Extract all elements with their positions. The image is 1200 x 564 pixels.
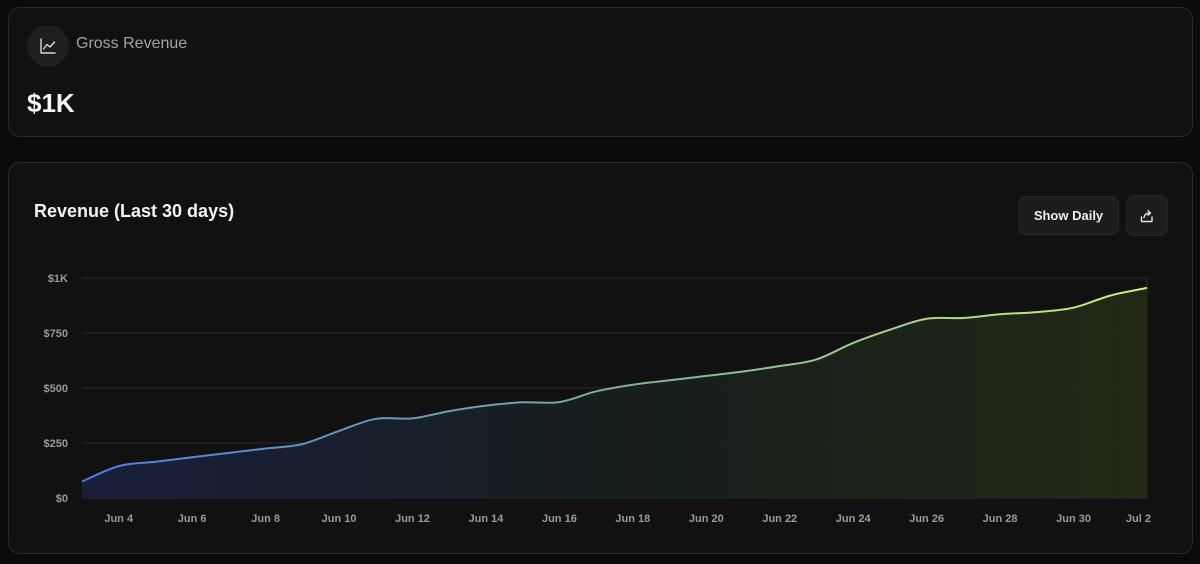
x-tick-label: Jun 24 xyxy=(836,513,872,525)
x-tick-label: Jun 16 xyxy=(542,513,577,525)
show-daily-button[interactable]: Show Daily xyxy=(1018,196,1119,235)
revenue-chart-card: $0 $250 $500 $750 $1K Jun 4 Jun 6 Jun 8 Jun 10 Ju… xyxy=(8,162,1193,554)
x-tick-label: Jun 14 xyxy=(469,513,505,525)
x-tick-label: Jun 30 xyxy=(1056,513,1091,525)
x-tick-label: Jun 28 xyxy=(983,513,1018,525)
share-icon xyxy=(1140,209,1153,222)
y-tick-label: $750 xyxy=(44,328,68,340)
x-tick-label: Jun 26 xyxy=(909,513,944,525)
x-tick-label: Jul 2 xyxy=(1126,513,1151,525)
x-tick-label: Jun 20 xyxy=(689,513,724,525)
y-tick-label: $0 xyxy=(56,493,68,505)
share-button[interactable] xyxy=(1126,195,1168,236)
x-tick-label: Jun 12 xyxy=(395,513,430,525)
y-tick-label: $500 xyxy=(44,383,68,395)
revenue-area xyxy=(82,287,1147,498)
x-tick-label: Jun 6 xyxy=(178,513,207,525)
x-tick-label: Jun 8 xyxy=(251,513,280,525)
y-tick-label: $1K xyxy=(48,273,68,285)
x-tick-label: Jun 10 xyxy=(322,513,357,525)
x-tick-label: Jun 22 xyxy=(762,513,797,525)
line-chart-icon xyxy=(27,25,69,67)
metric-label: Gross Revenue xyxy=(76,35,188,52)
x-tick-label: Jun 4 xyxy=(104,513,134,525)
x-tick-label: Jun 18 xyxy=(615,513,650,525)
chart-title: Revenue (Last 30 days) xyxy=(34,201,235,221)
metric-value: $1K xyxy=(27,88,75,118)
y-tick-label: $250 xyxy=(44,438,68,450)
summary-card: Gross Revenue $1K xyxy=(8,7,1193,137)
